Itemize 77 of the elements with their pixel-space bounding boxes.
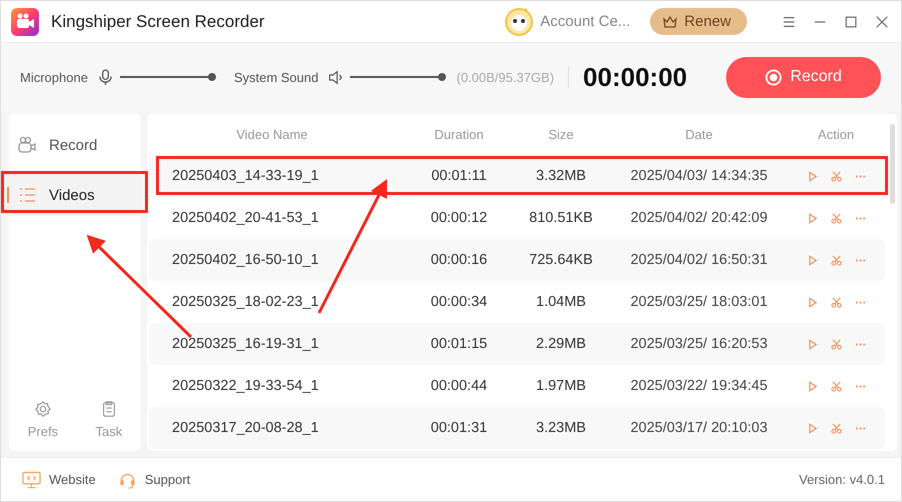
camera-icon [17, 135, 37, 155]
gear-icon [34, 400, 52, 418]
video-row[interactable]: 20250402_20-41-53_1 00:00:12 810.51KB 2025/04/02/ 20:42:09 [149, 197, 885, 239]
video-name: 20250322_19-33-54_1 [172, 378, 320, 394]
duration-cell-text: 00:00:34 [430, 294, 488, 310]
app-logo-icon [11, 8, 39, 36]
size-cell-text: 725.64KB [528, 252, 594, 268]
date-cell-text: 2025/03/25/ 16:20:53 [629, 336, 769, 352]
scrollbar[interactable] [890, 124, 895, 204]
play-icon[interactable] [806, 296, 818, 308]
microphone-icon [98, 68, 113, 86]
duration-cell-text: 00:01:15 [430, 336, 488, 352]
scissors-icon[interactable] [830, 296, 842, 308]
timer: 00:00:00 [583, 62, 688, 92]
duration-cell-text: 00:00:16 [430, 252, 488, 268]
play-icon[interactable] [806, 422, 818, 434]
column-header: Action [816, 127, 856, 142]
video-name: 20250402_16-50-10_1 [172, 252, 320, 268]
play-icon[interactable] [806, 338, 818, 350]
column-header: Size [547, 127, 575, 142]
date-cell-text: 2025/04/02/ 16:50:31 [629, 252, 769, 268]
play-icon[interactable] [806, 380, 818, 392]
support-link[interactable]: Support [144, 472, 190, 487]
renew-button[interactable]: Renew [650, 8, 747, 35]
scissors-icon[interactable] [830, 422, 842, 434]
crown-icon [662, 14, 678, 28]
size-cell-text: 810.51KB [528, 210, 594, 226]
column-header: Duration [433, 127, 485, 142]
video-name: 20250325_18-02-23_1 [172, 294, 320, 310]
column-header: Video Name [235, 127, 309, 142]
scissors-icon[interactable] [830, 212, 842, 224]
video-name: 20250317_20-08-28_1 [172, 420, 320, 436]
close-icon[interactable] [875, 14, 889, 28]
scissors-icon[interactable] [830, 338, 842, 350]
account-center-link[interactable]: Account Ce... [540, 13, 630, 30]
play-icon[interactable] [806, 254, 818, 266]
date-cell-text: 2025/04/03/ 14:34:35 [629, 168, 769, 184]
date-cell-text: 2025/03/17/ 20:10:03 [629, 420, 769, 436]
scissors-icon[interactable] [830, 254, 842, 266]
video-row[interactable]: 20250402_16-50-10_1 00:00:16 725.64KB 2025/04/02/ 16:50:31 [149, 239, 885, 281]
video-row[interactable]: 20250317_20-08-28_1 00:01:31 3.23MB 2025/03/17/ 20:10:03 [149, 407, 885, 449]
maximize-icon[interactable] [844, 14, 858, 28]
menu-icon[interactable] [782, 14, 796, 28]
video-name: 20250402_20-41-53_1 [172, 210, 320, 226]
size-cell-text: 1.04MB [535, 294, 587, 310]
sidebar-item[interactable]: Record [1, 124, 141, 166]
speaker-icon [328, 68, 344, 86]
duration-cell-text: 00:00:12 [430, 210, 488, 226]
date-cell-text: 2025/03/25/ 18:03:01 [629, 294, 769, 310]
storage-usage: (0.00B/95.37GB) [456, 70, 554, 84]
column-header: Date [684, 127, 714, 142]
video-row[interactable]: 20250322_19-33-54_1 00:00:44 1.97MB 2025/03/22/ 19:34:45 [149, 365, 885, 407]
date-cell-text: 2025/03/22/ 19:34:45 [629, 378, 769, 394]
size-cell-text: 3.32MB [535, 168, 587, 184]
duration-cell-text: 00:00:44 [430, 378, 488, 394]
size-cell-text: 2.29MB [535, 336, 587, 352]
monitor-icon [22, 470, 41, 488]
avatar-icon [504, 6, 534, 36]
scissors-icon[interactable] [830, 170, 842, 182]
system-sound-label: System Sound [234, 70, 318, 84]
size-cell-text: 1.97MB [535, 378, 587, 394]
window-title: Kingshiper Screen Recorder [51, 12, 265, 32]
video-row[interactable]: 20250325_16-19-31_1 00:01:15 2.29MB 2025/03/25/ 16:20:53 [149, 323, 885, 365]
video-row[interactable]: 20250325_18-02-23_1 00:00:34 1.04MB 2025/03/25/ 18:03:01 [149, 281, 885, 323]
record-dot-icon [765, 68, 782, 86]
scissors-icon[interactable] [830, 380, 842, 392]
play-icon[interactable] [806, 170, 818, 182]
website-link[interactable]: Website [49, 472, 96, 487]
version-label: Version: v4.0.1 [799, 472, 885, 487]
duration-cell-text: 00:01:31 [430, 420, 488, 436]
video-name: 20250403_14-33-19_1 [172, 168, 320, 184]
play-icon[interactable] [806, 212, 818, 224]
size-cell-text: 3.23MB [535, 420, 587, 436]
date-cell-text: 2025/04/02/ 20:42:09 [629, 210, 769, 226]
duration-cell-text: 00:01:11 [430, 168, 488, 184]
microphone-label: Microphone [20, 70, 88, 84]
video-name: 20250325_16-19-31_1 [172, 336, 320, 352]
